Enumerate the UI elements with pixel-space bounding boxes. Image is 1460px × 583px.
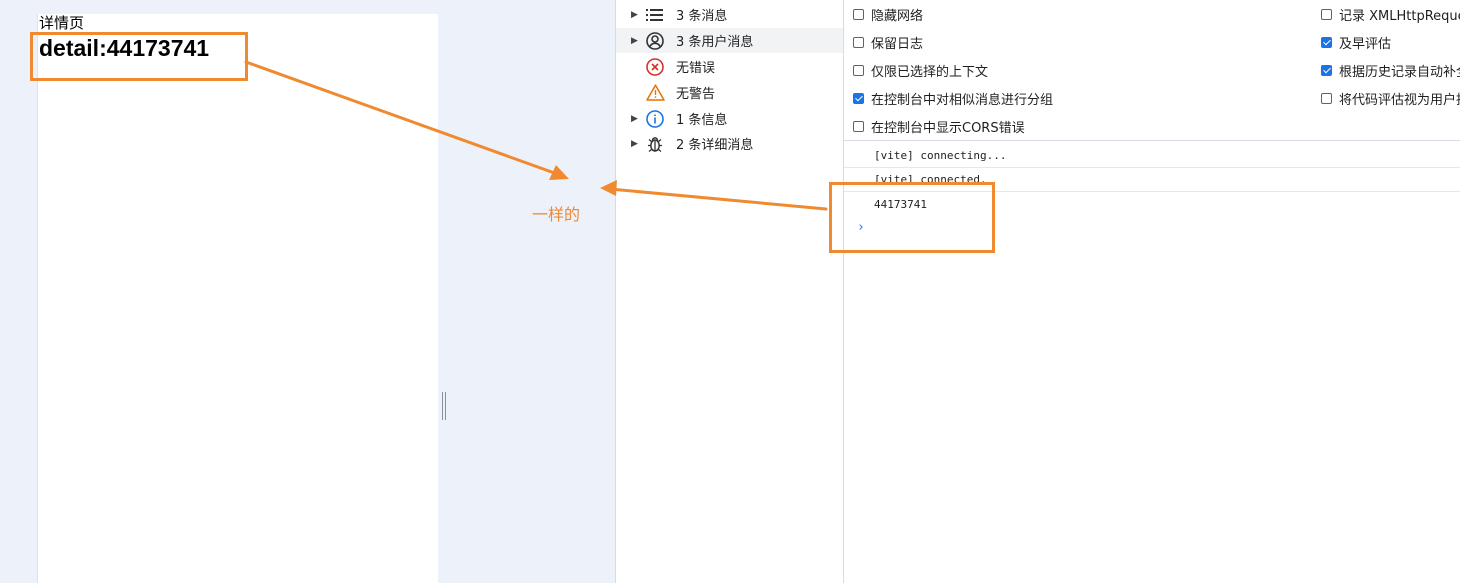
console-sidebar: ▶ 3 条消息 ▶ 3 条用户消息 ▶ 无错误 ▶ 无警告: [616, 0, 844, 583]
sidebar-item-label: 无警告: [676, 87, 716, 102]
console-message: [vite] connecting...: [844, 144, 1460, 168]
rendered-page: 详情页 detail:44173741: [37, 14, 438, 583]
console-prompt[interactable]: ›: [857, 220, 865, 235]
sidebar-item-verbose[interactable]: ▶ 2 条详细消息: [616, 131, 843, 156]
checkbox[interactable]: [853, 36, 864, 48]
sidebar-item-label: 2 条详细消息: [676, 138, 754, 153]
sidebar-item-label: 3 条用户消息: [676, 35, 754, 50]
info-icon: [645, 109, 665, 129]
console-message-log-value: 44173741: [874, 197, 927, 211]
warning-icon: [645, 83, 665, 103]
setting-preserve-log[interactable]: 保留日志: [853, 28, 923, 56]
setting-autocomplete-history[interactable]: 根据历史记录自动补全: [1321, 56, 1460, 84]
devtools-console-panel: ▶ 3 条消息 ▶ 3 条用户消息 ▶ 无错误 ▶ 无警告: [615, 0, 1460, 583]
resize-handle[interactable]: [442, 392, 448, 420]
page-detail-text: detail:44173741: [39, 35, 210, 61]
expand-arrow-icon[interactable]: ▶: [631, 10, 641, 20]
console-message: [vite] connected.: [844, 168, 1460, 192]
annotation-label: 一样的: [532, 205, 581, 224]
expand-arrow-icon[interactable]: ▶: [631, 36, 641, 46]
sidebar-item-label: 1 条信息: [676, 113, 728, 128]
expand-arrow-icon[interactable]: ▶: [631, 139, 641, 149]
sidebar-item-label: 无错误: [676, 61, 716, 76]
user-icon: [645, 31, 665, 51]
checkbox[interactable]: [853, 120, 864, 132]
page-heading: 详情页: [39, 14, 85, 32]
checkbox-checked[interactable]: [1321, 64, 1332, 76]
sidebar-item-messages[interactable]: ▶ 3 条消息: [616, 2, 843, 27]
bug-icon: [645, 134, 665, 154]
error-icon: [645, 57, 665, 77]
checkbox-checked[interactable]: [1321, 36, 1332, 48]
arrowhead-left: [549, 165, 569, 180]
checkbox[interactable]: [1321, 92, 1332, 104]
checkbox[interactable]: [853, 64, 864, 76]
checkbox[interactable]: [853, 8, 864, 20]
sidebar-item-info[interactable]: ▶ 1 条信息: [616, 106, 843, 131]
checkbox-checked[interactable]: [853, 92, 864, 104]
setting-hide-network[interactable]: 隐藏网络: [853, 0, 923, 28]
setting-group-similar[interactable]: 在控制台中对相似消息进行分组: [853, 84, 1053, 112]
sidebar-item-user-messages[interactable]: ▶ 3 条用户消息: [616, 28, 843, 53]
setting-eager-evaluation[interactable]: 及早评估: [1321, 28, 1391, 56]
setting-show-cors-errors[interactable]: 在控制台中显示CORS错误: [853, 112, 1025, 140]
sidebar-item-errors[interactable]: ▶ 无错误: [616, 54, 843, 79]
sidebar-item-warnings[interactable]: ▶ 无警告: [616, 80, 843, 105]
setting-treat-eval-as-user[interactable]: 将代码评估视为用户指: [1321, 84, 1460, 112]
setting-log-xhr[interactable]: 记录 XMLHttpReque: [1321, 0, 1460, 28]
checkbox[interactable]: [1321, 8, 1332, 20]
expand-arrow-icon[interactable]: ▶: [631, 114, 641, 124]
console-settings-pane: 隐藏网络 保留日志 仅限已选择的上下文 在控制台中对相似消息进行分组 在控制台中…: [844, 0, 1460, 141]
list-icon: [645, 5, 665, 25]
sidebar-item-label: 3 条消息: [676, 9, 728, 24]
setting-selected-context-only[interactable]: 仅限已选择的上下文: [853, 56, 988, 84]
